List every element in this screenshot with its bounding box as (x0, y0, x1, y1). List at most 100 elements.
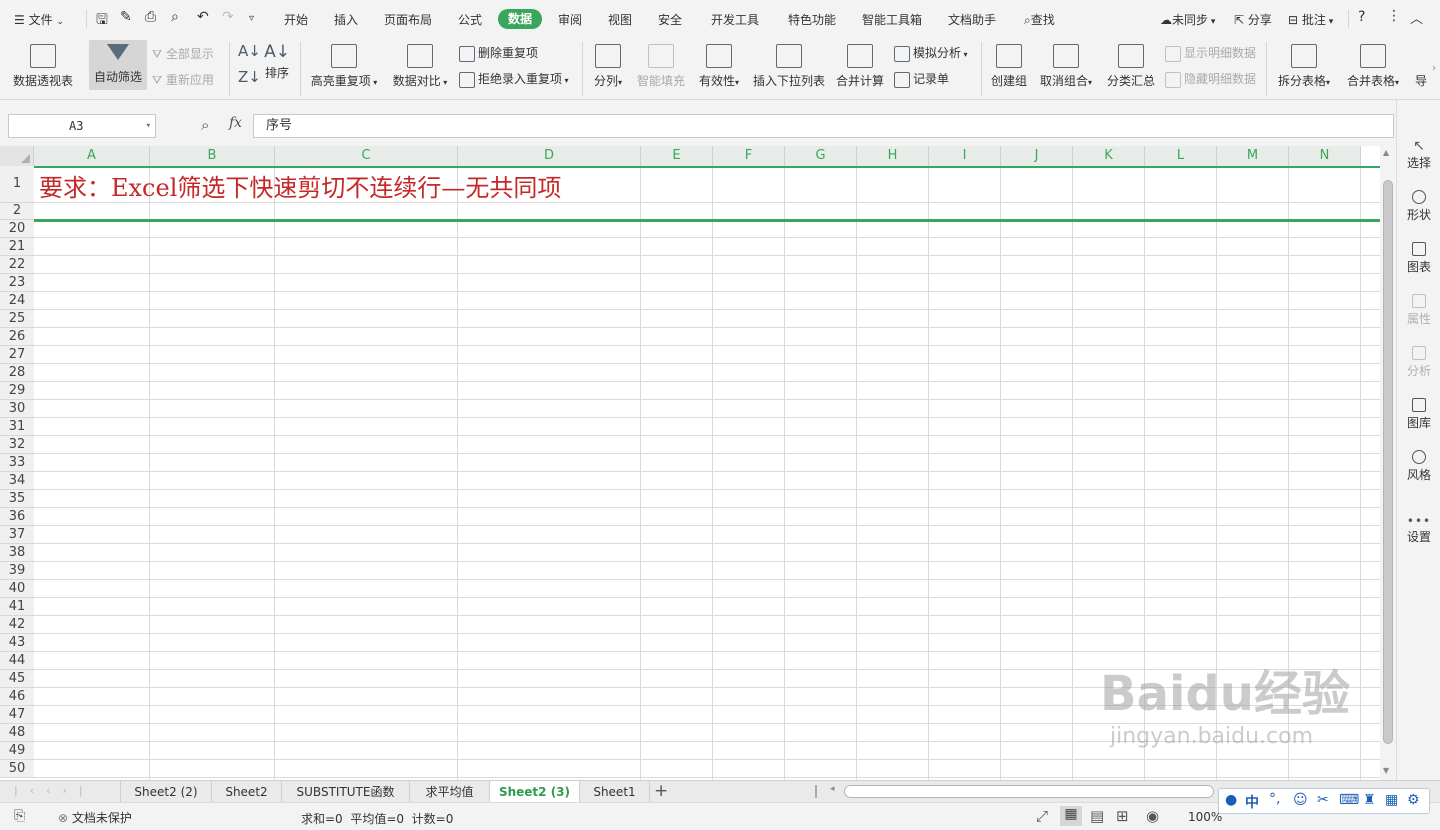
add-sheet-button[interactable]: + (654, 781, 668, 801)
save-icon[interactable]: 🖫 (96, 9, 108, 33)
row-header[interactable]: 44 (0, 652, 34, 670)
what-if-analysis-button[interactable]: 模拟分析 ▾ (894, 44, 968, 62)
collapse-ribbon-icon[interactable]: ︿ (1410, 8, 1423, 27)
sheet-tab[interactable]: SUBSTITUTE函数 (282, 781, 410, 803)
panel-gallery[interactable]: 图库 (1397, 398, 1440, 431)
page-layout-view-icon[interactable]: ⊞ (1116, 807, 1129, 825)
sheet-nav-icons[interactable]: |‹‹›| (14, 784, 95, 797)
select-all-corner[interactable] (0, 146, 34, 166)
row-header[interactable]: 35 (0, 490, 34, 508)
redo-icon[interactable]: ↷ (222, 9, 234, 25)
ime-scissors-icon[interactable]: ✂ (1317, 792, 1329, 808)
file-menu[interactable]: ☰ 文件 ⌄ (14, 11, 64, 28)
row-header[interactable]: 34 (0, 472, 34, 490)
highlight-duplicates-button[interactable]: 高亮重复项 ▾ (307, 44, 381, 89)
merge-table-button[interactable]: 合并表格▾ (1343, 44, 1403, 89)
row-header[interactable]: 41 (0, 598, 34, 616)
tab-page-layout[interactable]: 页面布局 (384, 11, 432, 28)
column-header[interactable]: E (641, 146, 713, 166)
ime-settings-icon[interactable]: ⚙ (1407, 792, 1420, 808)
ime-language[interactable]: 中 (1245, 792, 1259, 812)
row-header[interactable]: 29 (0, 382, 34, 400)
sheet-tab-active[interactable]: Sheet2 (3) (490, 781, 580, 803)
sync-button[interactable]: ☁未同步 ▾ (1160, 11, 1215, 28)
column-header[interactable]: M (1217, 146, 1289, 166)
column-header[interactable]: A (34, 146, 150, 166)
row-header[interactable]: 38 (0, 544, 34, 562)
row-header[interactable]: 46 (0, 688, 34, 706)
row-header[interactable]: 37 (0, 526, 34, 544)
row-header[interactable]: 33 (0, 454, 34, 472)
page-break-view-icon[interactable]: ▤ (1090, 807, 1104, 825)
format-painter-icon[interactable]: ✎ (120, 9, 132, 25)
record-form-button[interactable]: 记录单 (894, 70, 949, 88)
ime-user-icon[interactable]: ● (1225, 792, 1237, 808)
panel-chart[interactable]: 图表 (1397, 242, 1440, 275)
ime-punctuation-icon[interactable]: °, (1269, 791, 1280, 807)
tab-data[interactable]: 数据 (498, 9, 543, 29)
split-column-button[interactable]: 分列▾ (590, 44, 626, 89)
split-handle-icon[interactable] (815, 785, 817, 798)
row-header[interactable]: 39 (0, 562, 34, 580)
row-header[interactable]: 20 (0, 220, 34, 238)
sort-asc-icon[interactable]: A↓ (238, 42, 261, 60)
tab-view[interactable]: 视图 (608, 11, 632, 28)
column-header[interactable]: J (1001, 146, 1073, 166)
scroll-up-icon[interactable]: ▲ (1383, 148, 1389, 157)
normal-view-icon[interactable]: ▦ (1060, 806, 1082, 826)
sort-button[interactable]: A↓ 排序 (262, 42, 292, 81)
row-header[interactable]: 40 (0, 580, 34, 598)
row-header[interactable]: 49 (0, 742, 34, 760)
delete-duplicates-button[interactable]: 删除重复项 (459, 44, 538, 62)
insert-dropdown-list-button[interactable]: 插入下拉列表 (752, 44, 826, 89)
row-header[interactable]: 26 (0, 328, 34, 346)
tab-formula[interactable]: 公式 (458, 11, 482, 28)
row-header[interactable]: 45 (0, 670, 34, 688)
ribbon-scroll-right-icon[interactable]: › (1428, 46, 1440, 92)
insert-function-button[interactable]: fx (229, 115, 242, 131)
panel-shape[interactable]: 形状 (1397, 190, 1440, 223)
row-header[interactable]: 42 (0, 616, 34, 634)
autofilter-button[interactable]: 自动筛选 (89, 44, 147, 85)
panel-style[interactable]: 风格 (1397, 450, 1440, 483)
zoom-level[interactable]: 100% (1188, 810, 1222, 824)
row-header[interactable]: 43 (0, 634, 34, 652)
zoom-formula-icon[interactable]: ⌕ (201, 116, 209, 134)
validity-button[interactable]: 有效性▾ (696, 44, 742, 89)
column-header[interactable]: L (1145, 146, 1217, 166)
create-group-button[interactable]: 创建组 (988, 44, 1030, 89)
scroll-left-icon[interactable]: ◂ (830, 784, 835, 794)
row-header[interactable]: 47 (0, 706, 34, 724)
tab-developer[interactable]: 开发工具 (711, 11, 759, 28)
column-header[interactable]: C (275, 146, 458, 166)
ime-keyboard-icon[interactable]: ⌨ (1339, 792, 1359, 808)
ime-emoji-icon[interactable]: ☺ (1293, 792, 1308, 808)
print-preview-icon[interactable]: ⌕ (171, 9, 179, 25)
title-cell[interactable]: 要求：Excel筛选下快速剪切不连续行—无共同项 (39, 168, 561, 203)
row-header[interactable]: 25 (0, 310, 34, 328)
more-ribbon-button[interactable]: 导 (1415, 72, 1427, 89)
ime-toolbar[interactable]: ● 中 °, ☺ ✂ ⌨ ♜ ▦ ⚙ (1218, 788, 1430, 814)
vertical-scroll-thumb[interactable] (1383, 180, 1393, 744)
column-header[interactable]: G (785, 146, 857, 166)
tab-insert[interactable]: 插入 (334, 11, 358, 28)
tab-doc-assistant[interactable]: 文档助手 (948, 11, 996, 28)
search-button[interactable]: ⌕查找 (1024, 11, 1055, 28)
consolidate-button[interactable]: 合并计算 (835, 44, 885, 89)
column-header[interactable]: H (857, 146, 929, 166)
hide-detail-button[interactable]: 隐藏明细数据 (1165, 70, 1256, 88)
scroll-down-icon[interactable]: ▼ (1383, 766, 1389, 775)
customize-icon[interactable]: ▿ (249, 13, 254, 24)
tab-features[interactable]: 特色功能 (788, 11, 836, 28)
sheet-tab[interactable]: Sheet1 (580, 781, 650, 803)
column-header[interactable]: F (713, 146, 785, 166)
row-header[interactable]: 30 (0, 400, 34, 418)
show-all-button[interactable]: ⛛ 全部显示 (152, 45, 214, 62)
row-header[interactable]: 36 (0, 508, 34, 526)
row-header[interactable]: 2 (0, 203, 34, 220)
column-header[interactable]: K (1073, 146, 1145, 166)
panel-select[interactable]: ↖ 选择 (1397, 138, 1440, 171)
tab-smart-toolbox[interactable]: 智能工具箱 (862, 11, 922, 28)
reapply-button[interactable]: ⛛ 重新应用 (152, 71, 214, 88)
pivot-table-button[interactable]: 数据透视表 (10, 44, 76, 89)
